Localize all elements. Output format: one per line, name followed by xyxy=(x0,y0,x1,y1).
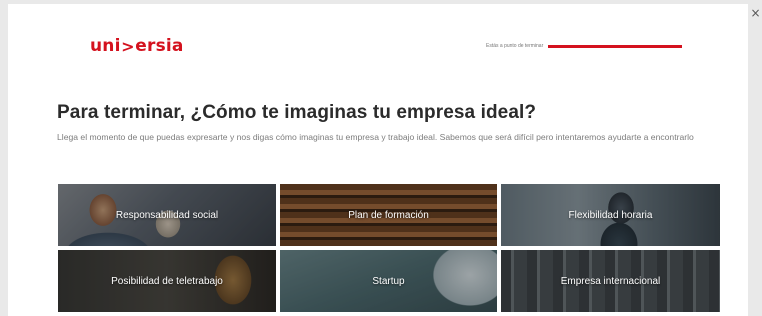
option-label: Empresa internacional xyxy=(560,275,661,287)
logo-arrow-glyph: > xyxy=(121,36,135,56)
close-icon[interactable]: × xyxy=(749,6,762,20)
option-label: Posibilidad de teletrabajo xyxy=(111,275,223,287)
option-label: Flexibilidad horaria xyxy=(568,209,653,221)
option-flexibilidad-horaria[interactable]: Flexibilidad horaria xyxy=(501,184,720,246)
option-plan-de-formacion[interactable]: Plan de formación xyxy=(280,184,497,246)
option-label: Responsabilidad social xyxy=(115,209,219,221)
option-posibilidad-de-teletrabajo[interactable]: Posibilidad de teletrabajo xyxy=(58,250,276,312)
progress-indicator: Estás a punto de terminar xyxy=(486,40,683,52)
page-description: Llega el momento de que puedas expresart… xyxy=(57,132,694,142)
option-empresa-internacional[interactable]: Empresa internacional xyxy=(501,250,720,312)
option-startup[interactable]: Startup xyxy=(280,250,497,312)
logo-text-part1: uni xyxy=(90,36,121,56)
options-grid: Responsabilidad social Plan de formación… xyxy=(58,184,722,312)
logo-text-part2: ersia xyxy=(135,36,184,56)
option-label: Startup xyxy=(372,275,405,287)
progress-fill xyxy=(548,44,683,48)
modal-dialog: uni > ersia Estás a punto de terminar Para… xyxy=(8,4,748,316)
option-responsabilidad-social[interactable]: Responsabilidad social xyxy=(58,184,276,246)
option-label: Plan de formación xyxy=(348,209,429,221)
universia-logo: uni > ersia xyxy=(90,36,184,56)
progress-label: Estás a punto de terminar xyxy=(486,43,544,49)
progress-track xyxy=(548,44,683,48)
page-title: Para terminar, ¿Cómo te imaginas tu empr… xyxy=(57,102,537,123)
